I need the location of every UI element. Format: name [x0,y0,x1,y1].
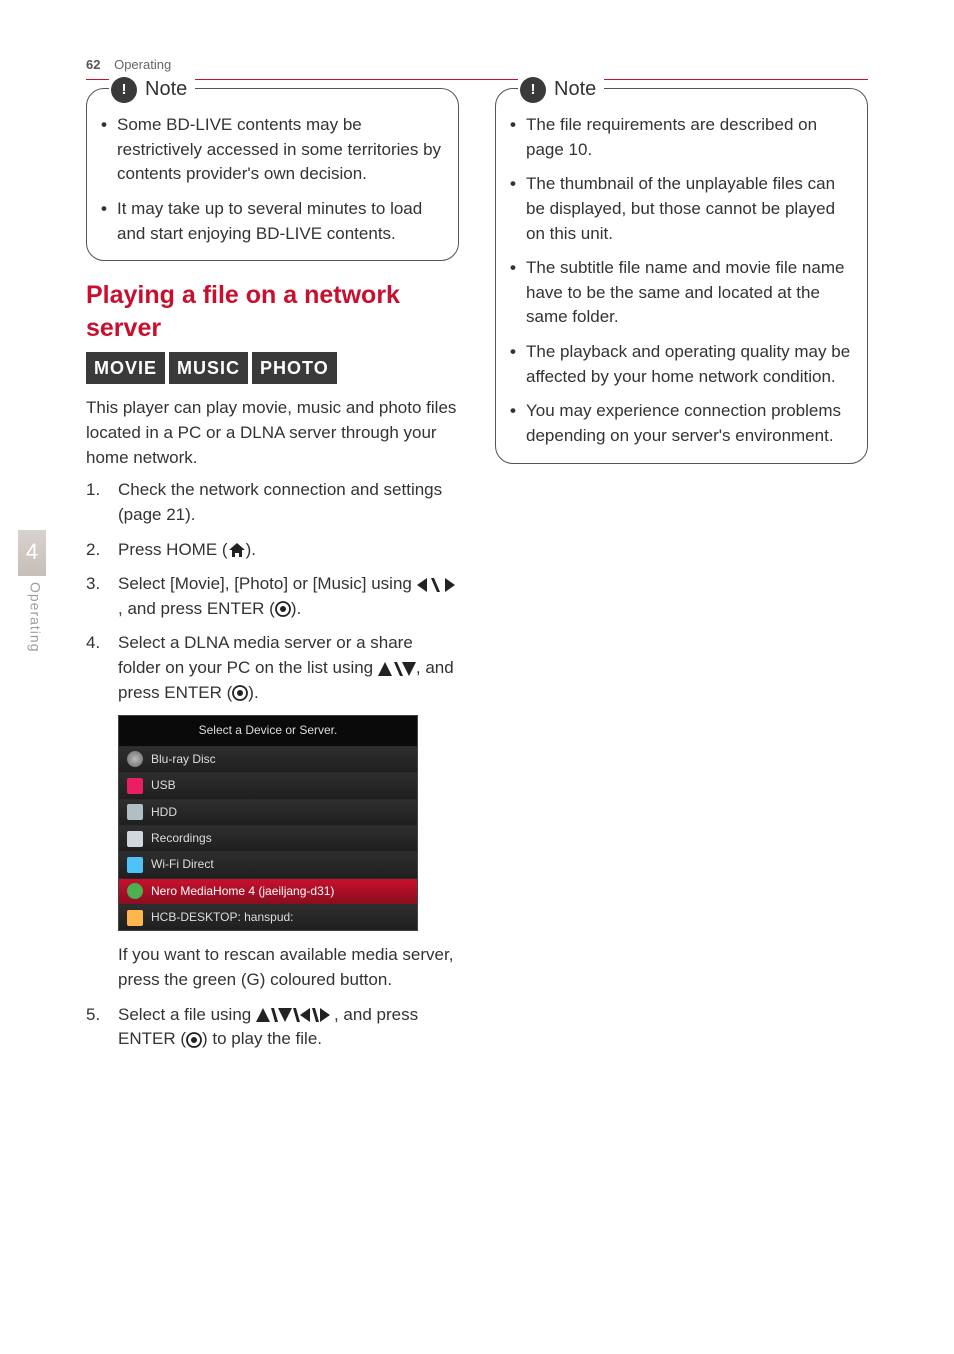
step-5: Select a file using , and press ENTER ()… [86,1003,459,1052]
note-item: The file requirements are described on p… [510,113,853,162]
note-item: Some BD-LIVE contents may be restrictive… [101,113,444,187]
up-down-icon [378,662,416,676]
chapter-label: Operating [18,576,45,652]
section-name: Operating [114,57,171,72]
step-2: Press HOME (). [86,538,459,563]
step-4: Select a DLNA media server or a share fo… [86,631,459,992]
tag-movie: MOVIE [86,352,165,384]
media-tags: MOVIE MUSIC PHOTO [86,352,459,384]
note-item: It may take up to several minutes to loa… [101,197,444,246]
home-icon [228,543,246,557]
enter-icon [232,685,248,701]
enter-icon [275,601,291,617]
intro-paragraph: This player can play movie, music and ph… [86,396,459,470]
note-box-1: ! Note Some BD-LIVE contents may be rest… [86,88,459,261]
tag-music: MUSIC [169,352,248,384]
note-item: You may experience connection problems d… [510,399,853,448]
device-row-selected: Nero MediaHome 4 (jaeiljang-d31) [119,878,417,904]
note-icon: ! [520,77,546,103]
disc-icon [127,751,143,767]
device-row: HCB-DESKTOP: hanspud: [119,904,417,930]
step-1: Check the network connection and setting… [86,478,459,527]
note-title: Note [145,75,187,104]
screenshot-title: Select a Device or Server. [119,716,417,745]
note-item: The subtitle file name and movie file na… [510,256,853,330]
wifi-icon [127,857,143,873]
usb-icon [127,778,143,794]
page-header: 62 Operating [86,56,868,80]
device-row: Recordings [119,825,417,851]
step-3: Select [Movie], [Photo] or [Music] using… [86,572,459,621]
left-right-icon [417,578,455,592]
device-row: HDD [119,799,417,825]
pc-icon [127,910,143,926]
side-tab: 4 Operating [18,530,46,652]
note-icon: ! [111,77,137,103]
page-number: 62 [86,57,100,72]
note-2-list: The file requirements are described on p… [510,113,853,449]
device-screenshot: Select a Device or Server. Blu-ray Disc … [118,715,418,931]
note-item: The playback and operating quality may b… [510,340,853,389]
tag-photo: PHOTO [252,352,337,384]
step-4-note: If you want to rescan available media se… [118,943,459,992]
all-directions-icon [256,1008,334,1022]
note-item: The thumbnail of the unplayable files ca… [510,172,853,246]
enter-icon [186,1032,202,1048]
device-row: USB [119,772,417,798]
note-box-2: ! Note The file requirements are describ… [495,88,868,464]
recordings-icon [127,831,143,847]
device-row: Blu-ray Disc [119,746,417,772]
chapter-number: 4 [18,530,46,576]
steps-list: Check the network connection and setting… [86,478,459,1052]
server-icon [127,883,143,899]
note-title: Note [554,75,596,104]
hdd-icon [127,804,143,820]
section-heading: Playing a file on a network server [86,279,459,344]
note-1-list: Some BD-LIVE contents may be restrictive… [101,113,444,246]
device-row: Wi-Fi Direct [119,851,417,877]
